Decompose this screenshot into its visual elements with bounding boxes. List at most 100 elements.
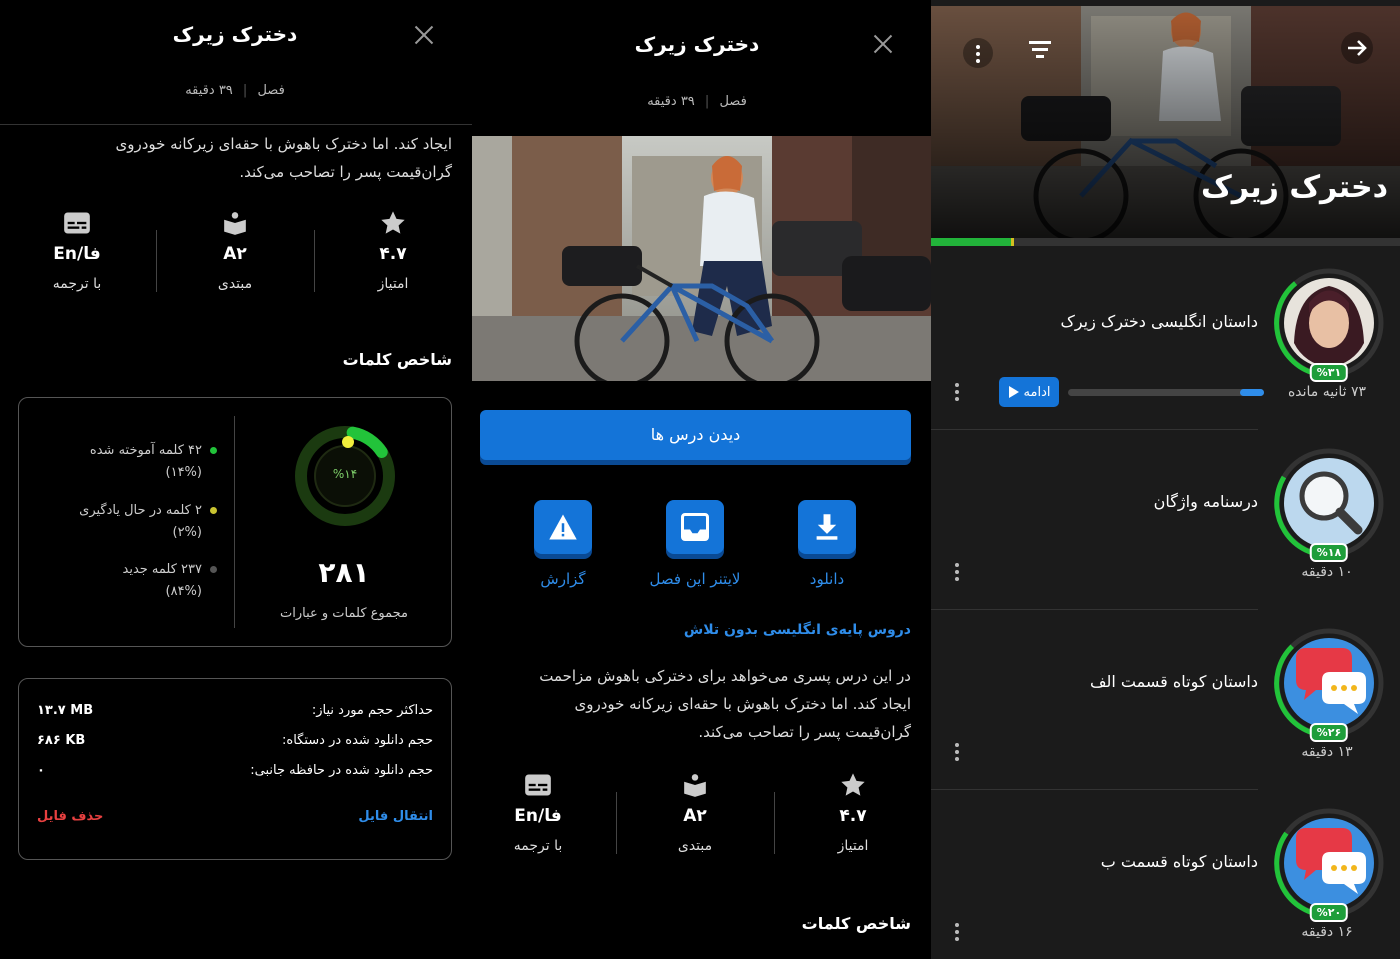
lesson-subtitle: ۱۳ دقیقه — [1301, 744, 1353, 760]
stat-value: A۲ — [683, 806, 707, 826]
storage-label: حجم دانلود شده در دستگاه: — [282, 733, 433, 748]
description-line: ایجاد کند. اما دخترک باهوش با حقه‌ای زیر… — [574, 695, 911, 713]
meta-duration: ۳۹ دقیقه — [647, 94, 695, 109]
stat-label: با ترجمه — [513, 838, 563, 854]
word-index-card: %۱۴ ۲۸۱ مجموع کلمات و عبارات ۴۲ کلمه آمو… — [18, 397, 452, 647]
close-icon[interactable] — [873, 34, 893, 54]
stat-value: A۲ — [223, 244, 247, 264]
lesson-title: داستان انگلیسی دخترک زیرک — [1060, 312, 1258, 331]
word-index-title: شاخص کلمات — [342, 350, 452, 369]
stat-label: مبتدی — [677, 838, 713, 854]
description-line: ایجاد کند. اما دخترک باهوش با حقه‌ای زیر… — [115, 135, 452, 153]
legend-percent: (۱۴%) — [165, 465, 202, 480]
lesson-list-screen: دخترک زیرک %۳۱ داستان انگلیسی دخترک زیرک… — [931, 0, 1400, 959]
stat-label: امتیاز — [837, 838, 869, 854]
sort-icon[interactable] — [1027, 38, 1057, 68]
description: ایجاد کند. اما دخترک باهوش با حقه‌ای زیر… — [12, 130, 452, 186]
star-icon — [783, 768, 923, 802]
lesson-menu-icon[interactable] — [955, 560, 961, 584]
lesson-progress-badge: %۳۱ — [1309, 363, 1349, 382]
lesson-subtitle: ۷۳ ثانیه مانده — [1287, 384, 1367, 400]
back-arrow-icon[interactable] — [1341, 32, 1373, 64]
meta-part: فصل — [257, 83, 285, 98]
description-line: گران‌قیمت پسر را تصاحب می‌کند. — [239, 163, 452, 181]
stat-value: ۴.۷ — [839, 806, 867, 826]
lesson-item[interactable]: %۲۶ داستان کوتاه قسمت الف ۱۳ دقیقه — [931, 610, 1400, 790]
hero-title: دخترک زیرک — [1200, 170, 1388, 205]
continue-button[interactable]: ادامه — [999, 377, 1059, 407]
rating-stat: ۴.۷ امتیاز — [783, 768, 923, 854]
description-line: در این درس پسری می‌خواهد برای دخترکی باه… — [539, 667, 911, 685]
translation-stat: En/فا با ترجمه — [472, 768, 608, 854]
level-stat: A۲ مبتدی — [625, 768, 765, 854]
description: در این درس پسری می‌خواهد برای دخترکی باه… — [481, 662, 911, 746]
course-link[interactable]: دروس پایه‌ی انگلیسی بدون تلاش — [684, 622, 911, 638]
action-label: گزارش — [540, 570, 586, 588]
meta-part: فصل — [719, 94, 747, 109]
lesson-progress-badge: %۲۰ — [1309, 903, 1349, 922]
lesson-thumbnail: %۱۸ — [1274, 448, 1384, 562]
lesson-subtitle: ۱۶ دقیقه — [1301, 924, 1353, 940]
lesson-menu-icon[interactable] — [955, 920, 961, 944]
level-stat: A۲ مبتدی — [165, 206, 305, 292]
stat-value: En/فا — [514, 806, 562, 826]
legend-learned: ۴۲ کلمه آموخته شده (۱۴%) — [37, 440, 217, 484]
action-label: دانلود — [809, 570, 845, 588]
lesson-title: داستان کوتاه قسمت ب — [1100, 852, 1258, 871]
legend-learning: ۲ کلمه در حال یادگیری (۲%) — [37, 500, 217, 544]
more-options-icon[interactable] — [963, 38, 993, 68]
total-label: مجموع کلمات و عبارات — [280, 606, 408, 621]
legend-percent: (۸۴%) — [165, 584, 202, 599]
action-label: لایتنر این فصل — [649, 570, 741, 588]
panel-meta: فصل | ۳۹ دقیقه — [185, 83, 285, 98]
translation-stat: En/فا با ترجمه — [7, 206, 147, 292]
chapter-progress-bar — [931, 238, 1400, 246]
lesson-thumbnail: %۲۰ — [1274, 808, 1384, 922]
star-icon — [323, 206, 463, 240]
leitner-button[interactable]: لایتنر این فصل — [635, 500, 755, 588]
lesson-menu-icon[interactable] — [955, 380, 961, 404]
total-count: ۲۸۱ — [318, 556, 370, 589]
subtitles-icon — [7, 206, 147, 240]
move-file-button[interactable]: انتقال فایل — [358, 809, 433, 824]
legend-text: ۲ کلمه در حال یادگیری — [79, 503, 202, 518]
legend-percent: (۲%) — [172, 525, 203, 540]
lesson-progress-fill — [1240, 389, 1264, 396]
lesson-item[interactable]: %۳۱ داستان انگلیسی دخترک زیرک ۷۳ ثانیه م… — [931, 250, 1400, 430]
play-icon — [1008, 386, 1019, 398]
legend-text: ۴۲ کلمه آموخته شده — [89, 443, 202, 458]
storage-value: ۰ — [37, 763, 45, 778]
lesson-details-panel-scrolled: دخترک زیرک فصل | ۳۹ دقیقه ایجاد کند. اما… — [0, 0, 472, 959]
lesson-title: داستان کوتاه قسمت الف — [1089, 672, 1258, 691]
lesson-item[interactable]: %۲۰ داستان کوتاه قسمت ب ۱۶ دقیقه — [931, 790, 1400, 959]
stat-value: En/فا — [53, 244, 101, 264]
stat-label: با ترجمه — [52, 276, 102, 292]
legend-text: ۲۳۷ کلمه جدید — [122, 562, 203, 577]
storage-card: حداکثر حجم مورد نیاز: ۱۳.۷ MB حجم دانلود… — [18, 678, 452, 860]
lesson-menu-icon[interactable] — [955, 740, 961, 764]
meta-duration: ۳۹ دقیقه — [185, 83, 233, 98]
description-line: گران‌قیمت پسر را تصاحب می‌کند. — [698, 723, 911, 741]
lesson-thumbnail: %۲۶ — [1274, 628, 1384, 742]
storage-value: ۱۳.۷ MB — [37, 703, 94, 718]
view-lessons-button[interactable]: دیدن درس ها — [480, 410, 911, 460]
subtitles-icon — [472, 768, 608, 802]
download-button[interactable]: دانلود — [767, 500, 887, 588]
panel-title: دخترک زیرک — [172, 22, 298, 46]
report-button[interactable]: گزارش — [503, 500, 623, 588]
delete-file-button[interactable]: حذف فایل — [37, 809, 103, 824]
lesson-item[interactable]: %۱۸ درسنامه واژگان ۱۰ دقیقه — [931, 430, 1400, 610]
lesson-progress-track — [1068, 389, 1264, 396]
lesson-progress-badge: %۲۶ — [1309, 723, 1349, 742]
lesson-subtitle: ۱۰ دقیقه — [1301, 564, 1353, 580]
close-icon[interactable] — [414, 25, 434, 45]
legend-new: ۲۳۷ کلمه جدید (۸۴%) — [37, 559, 217, 603]
lesson-progress-badge: %۱۸ — [1309, 543, 1349, 562]
stat-label: امتیاز — [377, 276, 409, 292]
panel-meta: فصل | ۳۹ دقیقه — [647, 94, 747, 109]
lesson-title: درسنامه واژگان — [1153, 492, 1258, 511]
continue-label: ادامه — [1023, 384, 1051, 400]
storage-label: حداکثر حجم مورد نیاز: — [311, 703, 433, 718]
warning-icon — [534, 500, 592, 554]
word-index-title: شاخص کلمات — [801, 914, 911, 933]
